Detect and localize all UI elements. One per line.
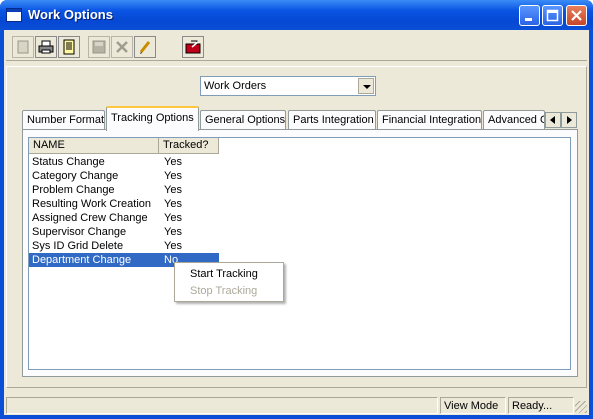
delete-icon [116,41,128,53]
work-options-window: Work Options Work Orders Number Format T… [0,0,593,419]
tab-parts-integration[interactable]: Parts Integration [288,110,376,130]
table-row[interactable]: Resulting Work Creation Yes [29,197,219,211]
table-row[interactable]: Sys ID Grid Delete Yes [29,239,219,253]
close-icon [571,10,582,21]
save-button[interactable] [88,36,110,58]
edit-button[interactable] [134,36,156,58]
tab-strip: Number Format Tracking Options General O… [22,106,582,131]
tab-advanced-options[interactable]: Advanced O [483,110,545,130]
close-button[interactable] [566,5,587,26]
chevron-down-icon[interactable] [358,78,374,94]
delete-button[interactable] [111,36,133,58]
minimize-button[interactable] [519,5,540,26]
new-document-icon [17,40,29,54]
exit-icon [185,40,201,54]
table-row[interactable]: Supervisor Change Yes [29,225,219,239]
toolbar [6,33,587,61]
status-mode: View Mode [440,397,506,414]
new-button[interactable] [12,36,34,58]
window-client: Work Orders Number Format Tracking Optio… [4,30,589,415]
menu-item-start-tracking[interactable]: Start Tracking [190,266,258,282]
tracking-options-page: NAME Tracked? Status Change Yes Category … [22,129,578,377]
status-main [6,397,438,414]
tab-financial-integration[interactable]: Financial Integration [377,110,482,130]
maximize-icon [546,9,559,22]
tab-scroll-right-button[interactable] [561,112,577,128]
tracking-grid[interactable]: NAME Tracked? Status Change Yes Category … [28,137,571,370]
minimize-icon [525,18,532,21]
edit-pencil-icon [139,41,151,54]
status-bar: View Mode Ready... [4,396,589,415]
context-menu: Start Tracking Stop Tracking [174,262,284,302]
print-icon [38,40,54,54]
column-header-name[interactable]: NAME [29,138,159,154]
table-row[interactable]: Status Change Yes [29,155,219,169]
column-header-tracked[interactable]: Tracked? [159,138,219,154]
window-icon [6,8,22,22]
maximize-button[interactable] [542,5,563,26]
menu-item-stop-tracking[interactable]: Stop Tracking [190,283,257,299]
window-title: Work Options [28,7,113,22]
tab-tracking-options[interactable]: Tracking Options [106,106,199,131]
tab-general-options[interactable]: General Options [200,110,286,130]
print-button[interactable] [35,36,57,58]
table-row[interactable]: Category Change Yes [29,169,219,183]
title-bar[interactable]: Work Options [0,0,593,30]
print-preview-icon [63,39,75,55]
arrow-right-icon [567,116,572,124]
tab-scroll-left-button[interactable] [545,112,561,128]
tab-number-format[interactable]: Number Format [22,110,105,130]
table-row[interactable]: Assigned Crew Change Yes [29,211,219,225]
exit-button[interactable] [182,36,204,58]
module-select[interactable]: Work Orders [200,76,376,96]
table-row[interactable]: Problem Change Yes [29,183,219,197]
print-preview-button[interactable] [58,36,80,58]
arrow-left-icon [550,116,555,124]
status-state: Ready... [508,397,574,414]
resize-grip-icon[interactable] [575,401,587,413]
save-icon [92,40,106,54]
module-select-value: Work Orders [204,80,267,92]
